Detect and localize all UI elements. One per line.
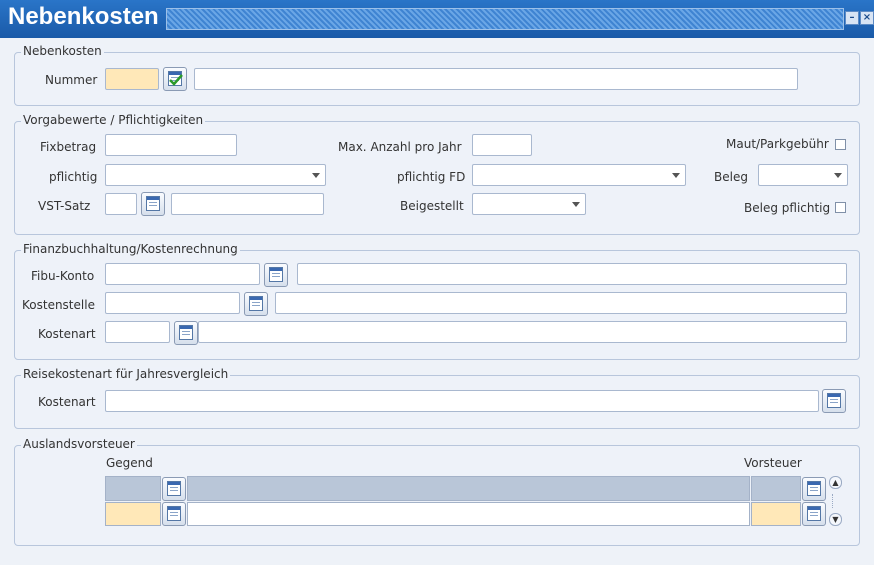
beigestellt-select[interactable] [472,193,586,215]
max-anzahl-label: Max. Anzahl pro Jahr [338,140,462,154]
beleg-pflichtig-checkbox[interactable] [835,202,846,213]
kostenstelle-lov-button[interactable] [244,292,268,316]
beleg-pflichtig-label: Beleg pflichtig [744,201,831,215]
nummer-input[interactable] [105,68,159,90]
pflichtig-fd-select[interactable] [472,164,686,186]
chevron-down-icon [312,173,320,178]
maut-checkbox[interactable] [835,139,846,150]
group-label-ausland: Auslandsvorsteuer [21,437,137,451]
kostenart-label: Kostenart [38,327,96,341]
reise-kostenart-lov-button[interactable] [822,389,846,413]
beigestellt-label: Beigestellt [400,199,464,213]
scroll-track[interactable] [832,494,839,508]
vst-satz-lov-button[interactable] [141,192,165,216]
grid-row1-vorsteuer-cell[interactable] [751,476,801,501]
list-icon [269,267,283,282]
pflichtig-label: pflichtig [49,170,98,184]
fixbetrag-input[interactable] [105,134,237,156]
fibu-konto-lov-button[interactable] [264,263,288,287]
group-label-finanz: Finanzbuchhaltung/Kostenrechnung [21,242,240,256]
grid-row1-vorsteuer-lov-button[interactable] [802,477,826,501]
chevron-down-icon [834,173,842,178]
kostenart-lov-button[interactable] [174,321,198,345]
title-bar: Nebenkosten – × [0,0,874,38]
nummer-validate-button[interactable] [163,67,187,91]
max-anzahl-input[interactable] [472,134,532,156]
chevron-down-icon [572,202,580,207]
close-icon[interactable]: × [860,11,874,25]
fibu-konto-label: Fibu-Konto [31,269,95,283]
maut-label: Maut/Parkgebühr [726,137,829,151]
grid-row2-vorsteuer-cell[interactable] [751,502,801,526]
checkmark-icon [169,74,183,86]
grid-row1-gegend-cell[interactable] [105,476,161,501]
grid-row2-gegend-cell[interactable] [105,502,161,526]
list-icon [807,481,821,496]
scroll-up-icon[interactable]: ▲ [829,476,842,489]
vst-satz-description-input[interactable] [171,193,324,215]
beleg-label: Beleg [714,170,748,184]
list-icon [167,506,181,521]
vorsteuer-column-header: Vorsteuer [744,456,802,470]
kostenstelle-input[interactable] [105,292,240,314]
list-icon [827,393,841,408]
list-icon [249,296,263,311]
auslandsvorsteuer-grid [105,476,828,526]
fixbetrag-label: Fixbetrag [40,140,97,154]
list-icon [179,325,193,340]
nummer-label: Nummer [45,73,98,87]
pflichtig-select[interactable] [105,164,326,186]
grid-row1-description-cell[interactable] [187,476,750,501]
list-icon [167,481,181,496]
vst-satz-label: VST-Satz [38,199,91,213]
beleg-select[interactable] [758,164,848,186]
minimize-icon[interactable]: – [845,11,859,25]
group-label-vorgabewerte: Vorgabewerte / Pflichtigkeiten [21,113,206,127]
kostenart-description-input[interactable] [198,321,847,343]
grid-row1-gegend-lov-button[interactable] [162,477,186,501]
group-label-nebenkosten: Nebenkosten [21,44,104,58]
window-title: Nebenkosten [8,3,159,30]
grid-row2-vorsteuer-lov-button[interactable] [802,502,826,526]
nebenkosten-description-input[interactable] [194,68,798,90]
reise-kostenart-input[interactable] [105,390,819,412]
grid-scrollbar[interactable]: ▲ ▼ [829,476,843,526]
grid-row2-description-cell[interactable] [187,502,750,526]
grid-row2-gegend-lov-button[interactable] [162,502,186,526]
scroll-down-icon[interactable]: ▼ [829,513,842,526]
pflichtig-fd-label: pflichtig FD [397,170,466,184]
kostenstelle-description-input[interactable] [275,292,847,314]
list-icon [146,196,160,211]
vst-satz-input[interactable] [105,193,137,215]
reise-kostenart-label: Kostenart [38,395,96,409]
fibu-konto-input[interactable] [105,263,260,285]
gegend-column-header: Gegend [106,456,153,470]
fibu-konto-description-input[interactable] [297,263,847,285]
chevron-down-icon [672,173,680,178]
kostenart-input[interactable] [105,321,170,343]
list-icon [807,506,821,521]
title-bar-pattern [166,8,844,30]
kostenstelle-label: Kostenstelle [22,298,95,312]
group-label-reise: Reisekostenart für Jahresvergleich [21,367,231,381]
